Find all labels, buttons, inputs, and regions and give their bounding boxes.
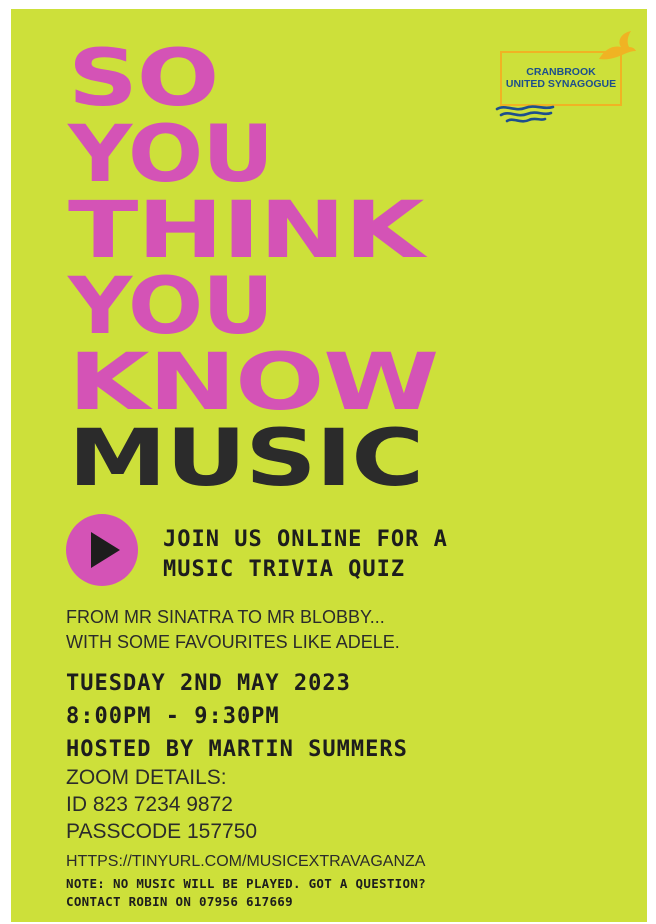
logo-line-2: UNITED SYNAGOGUE [505,78,617,90]
zoom-url-link[interactable]: HTTPS://TINYURL.COM/MUSICEXTRAVAGANZA [66,852,425,872]
zoom-details: ZOOM DETAILS: ID 823 7234 9872 PASSCODE … [66,764,257,845]
tagline-line-2: WITH SOME FAVOURITES LIKE ADELE. [66,632,400,652]
event-details: TUESDAY 2ND MAY 2023 8:00PM - 9:30PM HOS… [66,667,408,766]
join-text: JOIN US ONLINE FOR A MUSIC TRIVIA QUIZ [163,525,448,585]
headline-line-5: KNOW [68,338,439,428]
tagline-line-1: FROM MR SINATRA TO MR BLOBBY... [66,607,385,627]
zoom-heading: ZOOM DETAILS: [66,766,227,789]
event-time: 8:00PM - 9:30PM [66,704,280,729]
headline-music: MUSIC [68,414,424,504]
headline-line-4: YOU [68,262,274,352]
note-line-1: NOTE: NO MUSIC WILL BE PLAYED. GOT A QUE… [66,876,426,891]
logo-text: CRANBROOK UNITED SYNAGOGUE [495,66,627,90]
logo-line-1: CRANBROOK [526,66,596,78]
contact-note: NOTE: NO MUSIC WILL BE PLAYED. GOT A QUE… [66,875,426,911]
zoom-id: ID 823 7234 9872 [66,793,233,816]
headline: SO YOU THINK YOU KNOW MUSIC [68,34,439,498]
poster: SO YOU THINK YOU KNOW MUSIC CRANBROOK UN… [11,9,647,922]
headline-line-3: THINK [68,186,424,276]
join-line-2: MUSIC TRIVIA QUIZ [163,557,406,582]
play-icon [66,514,138,586]
headline-line-1: SO [68,34,219,124]
event-date: TUESDAY 2ND MAY 2023 [66,671,351,696]
join-line-1: JOIN US ONLINE FOR A [163,527,448,552]
synagogue-logo: CRANBROOK UNITED SYNAGOGUE [495,29,645,129]
waves-icon [495,105,555,123]
tagline: FROM MR SINATRA TO MR BLOBBY... WITH SOM… [66,605,400,655]
note-line-2: CONTACT ROBIN ON 07956 617669 [66,894,293,909]
event-host: HOSTED BY MARTIN SUMMERS [66,737,408,762]
headline-line-2: YOU [68,110,274,200]
zoom-passcode: PASSCODE 157750 [66,820,258,843]
